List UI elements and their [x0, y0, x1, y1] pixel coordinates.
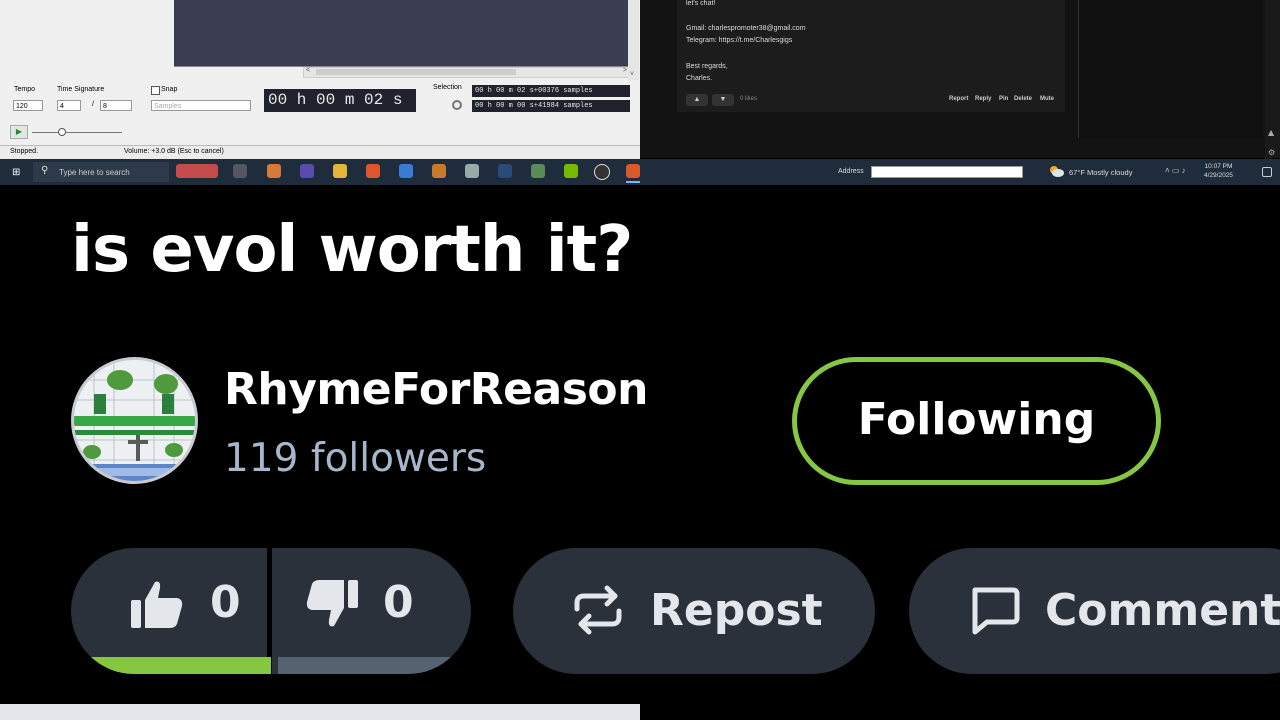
weather-text[interactable]: 67°F Mostly cloudy [1069, 168, 1132, 177]
author-name[interactable]: RhymeForReason [224, 360, 648, 420]
message-likes: 0 likes [740, 96, 758, 102]
bottom-overlay-strip [0, 704, 640, 720]
repost-icon [574, 585, 622, 635]
follower-count: 119 followers [224, 436, 487, 481]
taskbar-app-icon[interactable] [465, 164, 479, 178]
brave-browser-icon[interactable] [366, 164, 380, 178]
post-title: is evol worth it? [71, 213, 633, 287]
thumbs-down-icon[interactable]: ▼ [712, 94, 734, 106]
search-icon: ⚲ [41, 165, 49, 176]
message-signoff: Best regards, [686, 63, 728, 70]
taskbar-app-icon[interactable] [399, 164, 413, 178]
thumbs-down-icon [306, 580, 358, 627]
dislike-ratio-bar [278, 657, 453, 674]
notification-icon[interactable] [1262, 167, 1272, 177]
taskbar-app-icon[interactable] [531, 164, 545, 178]
selection-label: Selection [433, 84, 462, 91]
message-panel: let's chat! Gmail: charlespromoter38@gma… [677, 0, 1065, 112]
thumbs-up-icon[interactable]: ▲ [686, 94, 708, 106]
dislike-count: 0 [383, 577, 414, 628]
message-line: let's chat! [686, 0, 716, 7]
message-signoff-name: Charles. [686, 75, 713, 82]
audacity-window: < > ˅ Tempo Time Signature 120 4 / 8 Sna… [0, 0, 640, 159]
file-explorer-icon[interactable] [333, 164, 347, 178]
taskbar-search-box[interactable]: ⚲ Type here to search [33, 162, 169, 182]
media-player-icon[interactable] [594, 164, 610, 180]
settings-icon[interactable]: ⚙ [1268, 148, 1275, 157]
message-telegram: Telegram: https://t.me/Charlesgigs [686, 37, 793, 44]
nvidia-icon[interactable] [564, 164, 578, 178]
message-gmail: Gmail: charlespromoter38@gmail.com [686, 25, 806, 32]
mute-link[interactable]: Mute [1040, 96, 1054, 102]
selection-end-display[interactable]: 00 h 00 m 00 s+41984 samples [472, 100, 630, 112]
address-label: Address [838, 168, 864, 175]
browser-window: let's chat! Gmail: charlespromoter38@gma… [640, 0, 1280, 158]
play-icon[interactable]: ▶ [10, 125, 28, 139]
task-view-icon[interactable] [233, 164, 247, 178]
time-signature-label: Time Signature [57, 86, 105, 93]
volume-status-text: Volume: +3.0 dB (Esc to cancel) [124, 148, 224, 155]
thumbs-up-icon [131, 581, 183, 628]
taskbar-clock[interactable]: 10:07 PM 4/29/2025 [1204, 162, 1233, 180]
time-sig-top-input[interactable]: 4 [57, 100, 81, 111]
time-sig-bottom-select[interactable]: 8 [100, 100, 132, 111]
scroll-right-icon[interactable]: > [623, 67, 627, 74]
delete-link[interactable]: Delete [1014, 96, 1032, 102]
scroll-up-icon[interactable]: ▲ [1268, 128, 1274, 137]
tempo-input[interactable]: 120 [13, 100, 43, 111]
system-tray-icons[interactable]: ˄ ▭ ♪ [1165, 166, 1186, 175]
status-bar: Stopped. Volume: +3.0 dB (Esc to cancel) [0, 145, 640, 159]
scroll-left-icon[interactable]: < [306, 67, 310, 74]
selection-start-display[interactable]: 00 h 00 m 02 s+00376 samples [472, 85, 630, 97]
address-input[interactable] [871, 166, 1023, 178]
dislike-button[interactable]: 0 [272, 548, 471, 674]
author-avatar[interactable] [71, 357, 198, 484]
vote-group: 0 0 [71, 548, 471, 674]
like-count: 0 [210, 577, 241, 628]
repost-button[interactable]: Repost [513, 548, 875, 674]
taskbar-app-icon[interactable] [300, 164, 314, 178]
windows-start-icon[interactable]: ⊞ [12, 167, 20, 178]
search-placeholder: Type here to search [59, 168, 130, 177]
steam-icon[interactable] [498, 164, 512, 178]
browser-scrollbar[interactable]: ▲ ⚙ [1265, 0, 1280, 158]
reply-link[interactable]: Reply [975, 96, 991, 102]
play-speed-slider[interactable] [32, 132, 122, 133]
gear-icon[interactable] [452, 100, 462, 110]
tempo-label: Tempo [14, 86, 36, 93]
desktop-capture: < > ˅ Tempo Time Signature 120 4 / 8 Sna… [0, 0, 1280, 185]
vertical-scrollbar[interactable]: ˅ [628, 0, 639, 80]
audio-position-display[interactable]: 00 h 00 m 02 s [264, 89, 416, 112]
clock-time: 10:07 PM [1204, 163, 1233, 170]
audacity-taskbar-icon[interactable] [626, 164, 640, 183]
pin-link[interactable]: Pin [999, 96, 1008, 102]
comment-label: Comment [1045, 585, 1280, 636]
windows-taskbar: ⊞ ⚲ Type here to search Address 67°F Mos… [0, 159, 1280, 185]
taskbar-app-icon[interactable] [267, 164, 281, 178]
like-button[interactable]: 0 [71, 548, 267, 674]
snap-unit-select[interactable]: Samples [151, 100, 251, 111]
slider-knob[interactable] [58, 128, 66, 136]
weather-cloudy-icon[interactable] [1048, 165, 1064, 177]
taskbar-app-icon[interactable] [432, 164, 446, 178]
scroll-down-icon[interactable]: ˅ [630, 71, 634, 78]
status-text: Stopped. [10, 148, 39, 155]
like-ratio-bar [90, 657, 271, 674]
comment-icon [972, 587, 1020, 635]
repost-label: Repost [650, 585, 823, 636]
taskbar-widget-icon[interactable] [176, 164, 218, 178]
avatar-image [74, 360, 195, 481]
horizontal-scrollbar[interactable]: < > [303, 67, 630, 78]
report-link[interactable]: Report [949, 96, 968, 102]
time-sig-slash: / [92, 101, 94, 108]
scroll-thumb[interactable] [316, 69, 516, 75]
audio-track-area[interactable] [174, 0, 628, 67]
snap-checkbox[interactable] [151, 86, 160, 95]
comment-button[interactable]: Comment [909, 548, 1280, 674]
snap-label: Snap [161, 86, 178, 93]
following-button[interactable]: Following [792, 357, 1161, 485]
side-panel [1078, 0, 1263, 138]
clock-date: 4/29/2025 [1204, 172, 1233, 179]
